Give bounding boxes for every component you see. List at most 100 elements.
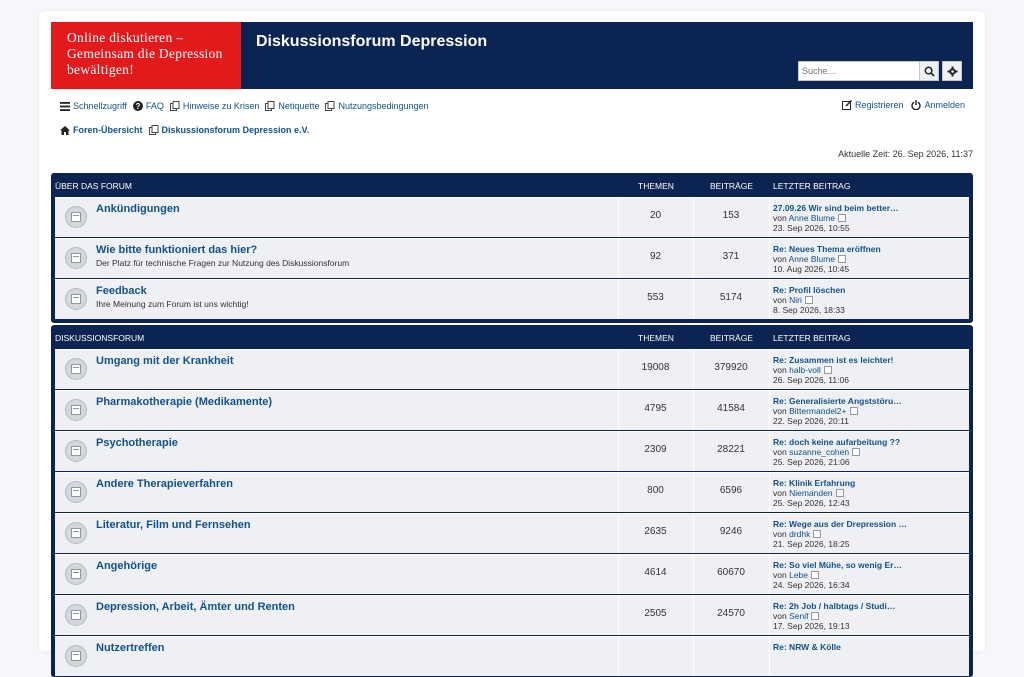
last-post-user[interactable]: suzanne_cohen (789, 447, 849, 457)
crisis-label: Hinweise zu Krisen (182, 101, 260, 111)
advanced-search-button[interactable] (942, 61, 962, 81)
last-post-user[interactable]: drdhk (789, 529, 810, 539)
posts-count: 153 (722, 210, 740, 221)
question-icon: ? (132, 101, 143, 111)
last-post-title[interactable]: Re: Zusammen ist es leichter! (773, 355, 893, 365)
forum-title[interactable]: Feedback (96, 285, 147, 297)
view-post-icon[interactable] (835, 489, 844, 497)
posts-count: 28221 (717, 444, 745, 455)
posts-count: 24570 (717, 608, 745, 619)
forum-row: Depression, Arbeit, Ämter und Renten 250… (55, 595, 969, 635)
faq-link[interactable]: ? FAQ (132, 101, 164, 111)
register-link[interactable]: Registrieren (841, 100, 904, 110)
site-title[interactable]: Diskussionsforum Depression (256, 33, 487, 51)
last-post-title[interactable]: Re: So viel Mühe, so wenig Er… (773, 560, 902, 570)
document-icon (325, 101, 335, 111)
crisis-link[interactable]: Hinweise zu Krisen (169, 101, 260, 111)
last-post-user[interactable]: Niri (789, 295, 802, 305)
forum-title[interactable]: Angehörige (96, 560, 157, 572)
last-post-title[interactable]: Re: Klinik Erfahrung (773, 478, 855, 488)
forum-title[interactable]: Wie bitte funktioniert das hier? (96, 244, 257, 256)
last-post-by: von (773, 529, 787, 539)
forum-read-icon (65, 206, 87, 228)
forum-read-icon (65, 645, 87, 667)
quick-access-menu[interactable]: Schnellzugriff (60, 101, 127, 111)
last-post-user[interactable]: Senif (789, 611, 808, 621)
last-post-title[interactable]: 27.09.26 Wir sind beim better… (773, 203, 899, 213)
last-post-title[interactable]: Re: NRW & Kölle (773, 642, 841, 652)
login-link[interactable]: Anmelden (911, 100, 965, 110)
topics-count: 2505 (644, 608, 667, 619)
breadcrumb-home[interactable]: Foren-Übersicht (60, 125, 143, 135)
view-post-icon[interactable] (811, 571, 820, 579)
forum-row: Literatur, Film und Fernsehen 2635 9246 … (55, 513, 969, 553)
edit-icon (841, 100, 852, 110)
last-post-user[interactable]: Lebe (789, 570, 808, 580)
forum-title[interactable]: Psychotherapie (96, 437, 178, 449)
topics-count: 2309 (644, 444, 667, 455)
forum-title[interactable]: Andere Therapieverfahren (96, 478, 233, 490)
last-post: Re: So viel Mühe, so wenig Er… von Lebe … (773, 560, 902, 590)
forum-row: Ankündigungen 20 153 27.09.26 Wir sind b… (55, 197, 969, 237)
category-title[interactable]: DISKUSSIONSFORUM (55, 333, 144, 343)
column-posts-header: BEITRÄGE (710, 181, 753, 191)
last-post-user[interactable]: Bittermandel2+ (789, 406, 846, 416)
menu-icon (60, 101, 70, 111)
forum-title[interactable]: Umgang mit der Krankheit (96, 355, 234, 367)
netiquette-link[interactable]: Netiquette (265, 101, 319, 111)
last-post-title[interactable]: Re: Profil löschen (773, 285, 845, 295)
last-post-user[interactable]: Niemanden (789, 488, 832, 498)
last-post-title[interactable]: Re: 2h Job / halbtags / Studi… (773, 601, 895, 611)
view-post-icon[interactable] (852, 448, 861, 456)
topics-count: 553 (647, 292, 664, 303)
view-post-icon[interactable] (823, 366, 832, 374)
forum-read-icon (65, 522, 87, 544)
forum-title[interactable]: Ankündigungen (96, 203, 180, 215)
last-post-title[interactable]: Re: doch keine aufarbeitung ?? (773, 437, 900, 447)
forum-row: Angehörige 4614 60670 Re: So viel Mühe, … (55, 554, 969, 594)
last-post-title[interactable]: Re: Wege aus der Drepression … (773, 519, 907, 529)
last-post-date: 21. Sep 2026, 18:25 (773, 539, 850, 549)
view-post-icon[interactable] (813, 530, 822, 538)
view-post-icon[interactable] (804, 296, 813, 304)
forum-row: Umgang mit der Krankheit 19008 379920 Re… (55, 349, 969, 389)
topics-count: 4614 (644, 567, 667, 578)
posts-count: 6596 (719, 485, 743, 496)
forum-title[interactable]: Pharmakotherapie (Medikamente) (96, 396, 272, 408)
view-post-icon[interactable] (837, 255, 846, 263)
forum-title[interactable]: Depression, Arbeit, Ämter und Renten (96, 601, 295, 613)
last-post-user[interactable]: Anne Blume (789, 254, 835, 264)
forum-row: Andere Therapieverfahren 800 6596 Re: Kl… (55, 472, 969, 512)
terms-link[interactable]: Nutzungsbedingungen (325, 101, 429, 111)
site-logo[interactable]: Online diskutieren – Gemeinsam die Depre… (51, 22, 241, 89)
home-icon (60, 125, 70, 135)
search-button[interactable] (919, 61, 939, 81)
category-block: ÜBER DAS FORUM THEMEN BEITRÄGE LETZTER B… (51, 173, 973, 323)
search-input[interactable] (798, 61, 921, 81)
last-post: Re: Zusammen ist es leichter! von halb-v… (773, 355, 893, 385)
last-post: 27.09.26 Wir sind beim better… von Anne … (773, 203, 899, 233)
search-icon (924, 66, 935, 77)
column-last-post-header: LETZTER BEITRAG (773, 181, 851, 191)
last-post-by: von (773, 447, 787, 457)
view-post-icon[interactable] (811, 612, 820, 620)
column-topics-header: THEMEN (638, 333, 674, 343)
posts-count: 5174 (719, 292, 743, 303)
forum-title[interactable]: Nutzertreffen (96, 642, 164, 654)
last-post-by: von (773, 570, 787, 580)
last-post-title[interactable]: Re: Generalisierte Angststöru… (773, 396, 902, 406)
document-icon (265, 101, 275, 111)
forum-title[interactable]: Literatur, Film und Fernsehen (96, 519, 251, 531)
forum-read-icon (65, 247, 87, 269)
view-post-icon[interactable] (837, 214, 846, 222)
category-title[interactable]: ÜBER DAS FORUM (55, 181, 132, 191)
main-nav: Schnellzugriff ? FAQ Hinweise zu Krisen … (60, 100, 435, 112)
last-post-user[interactable]: halb-voll (789, 365, 821, 375)
power-icon (911, 100, 922, 110)
last-post-user[interactable]: Anne Blume (789, 213, 835, 223)
quick-access-label: Schnellzugriff (73, 101, 127, 111)
breadcrumb-section[interactable]: Diskussionsforum Depression e.V. (148, 125, 309, 135)
register-label: Registrieren (854, 100, 904, 110)
view-post-icon[interactable] (849, 407, 858, 415)
last-post-title[interactable]: Re: Neues Thema eröffnen (773, 244, 881, 254)
